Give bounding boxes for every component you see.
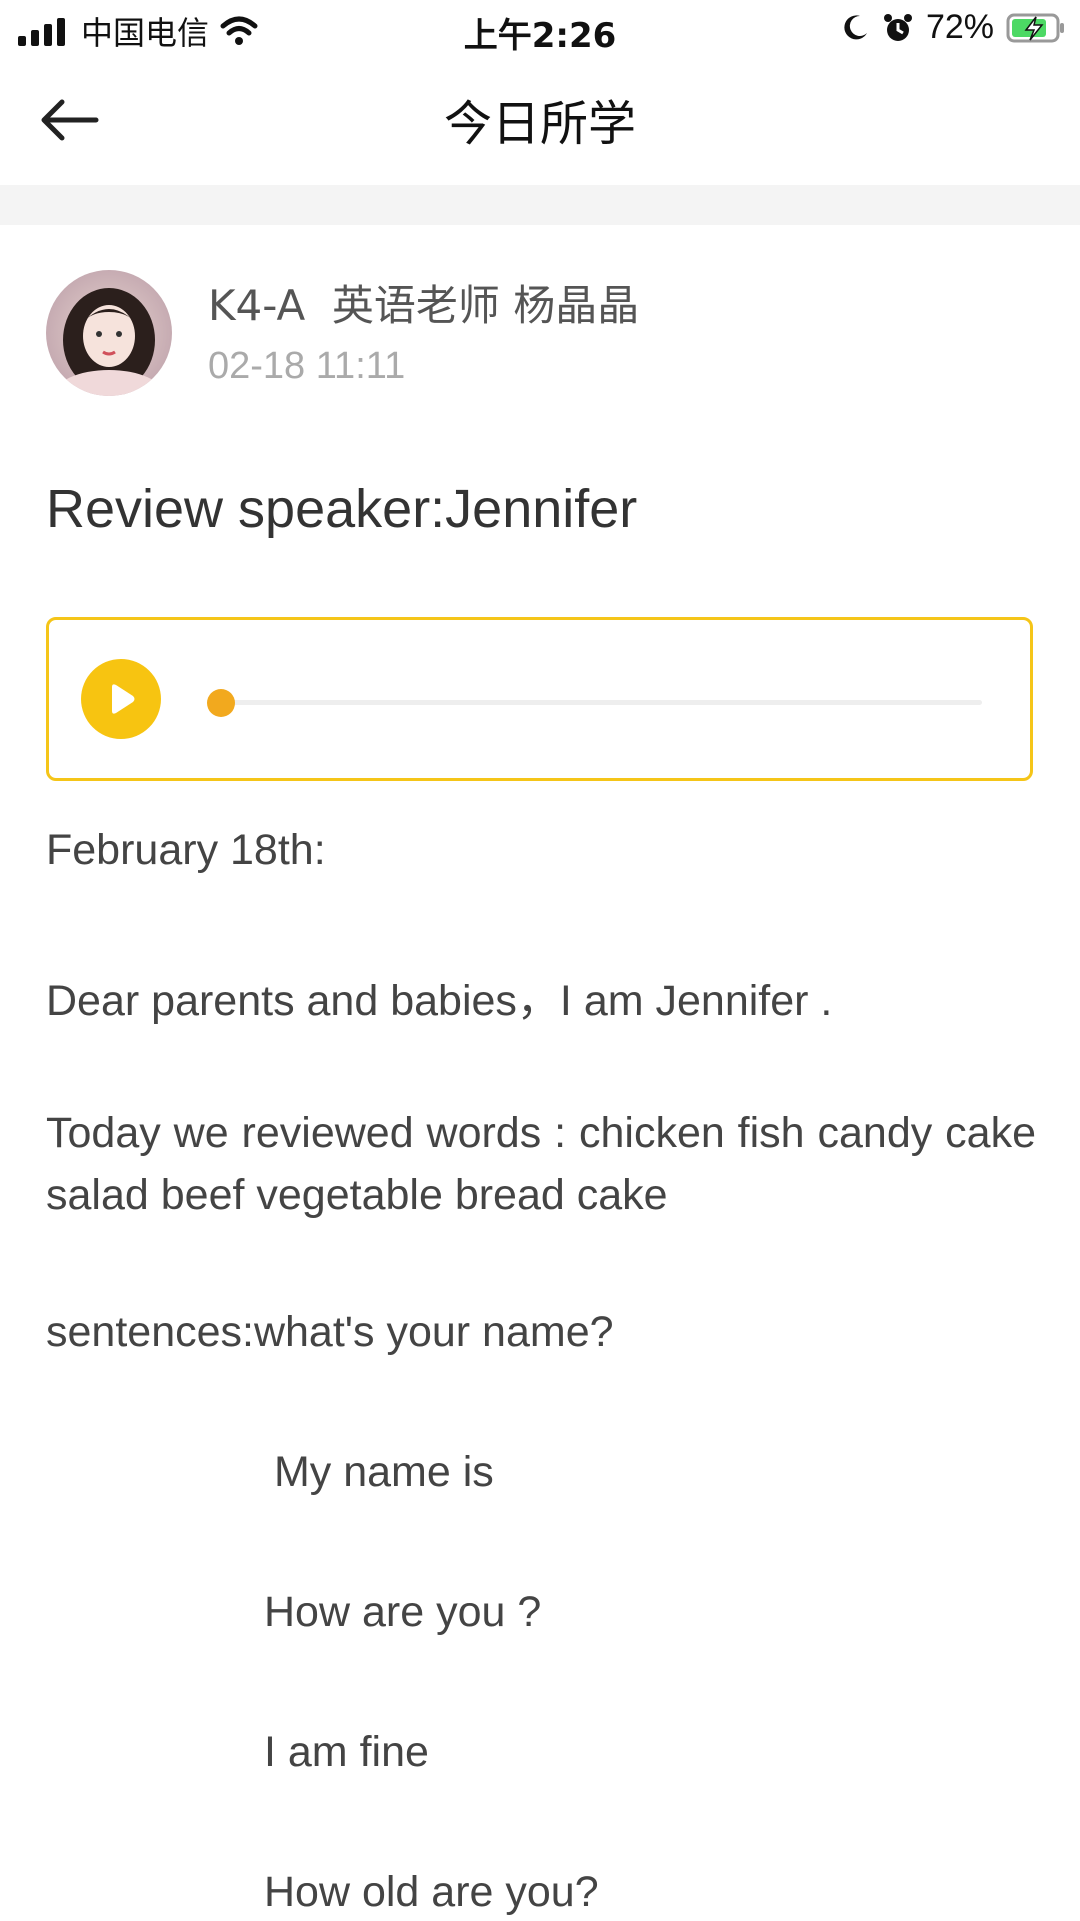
nav-bar: 今日所学 — [0, 60, 1080, 185]
content-sentences-label: sentences:what's your name? — [46, 1308, 614, 1356]
avatar[interactable] — [46, 270, 172, 396]
status-bar: 中国电信 上午2:26 72% — [0, 0, 1080, 60]
section-divider — [0, 185, 1080, 225]
author-name: K4-A 英语老师 杨晶晶 — [208, 281, 640, 330]
avatar-image — [46, 270, 172, 396]
play-button[interactable] — [81, 659, 161, 739]
post-timestamp: 02-18 11:11 — [208, 345, 406, 387]
audio-player — [46, 617, 1033, 781]
content-words: Today we reviewed words : chicken fish c… — [46, 1109, 1036, 1219]
content-sentence-2: How are you ? — [264, 1588, 542, 1636]
battery-charging-icon — [1006, 13, 1064, 42]
status-right: 72% — [840, 8, 1066, 47]
audio-progress-knob[interactable] — [207, 689, 235, 717]
alarm-icon — [883, 13, 912, 41]
post-title: Review speaker:Jennifer — [46, 479, 638, 539]
battery-percent: 72% — [925, 8, 994, 46]
play-icon — [81, 659, 161, 739]
content-greeting: Dear parents and babies，I am Jennifer . — [46, 977, 833, 1025]
content-date-line: February 18th: — [46, 826, 326, 874]
moon-icon — [844, 14, 867, 39]
content-sentence-1: My name is — [262, 1448, 494, 1496]
content-sentence-4: How old are you? — [264, 1868, 599, 1916]
page-title: 今日所学 — [443, 96, 636, 152]
content-sentence-3: I am fine — [264, 1728, 429, 1776]
audio-progress-track[interactable] — [207, 689, 982, 717]
